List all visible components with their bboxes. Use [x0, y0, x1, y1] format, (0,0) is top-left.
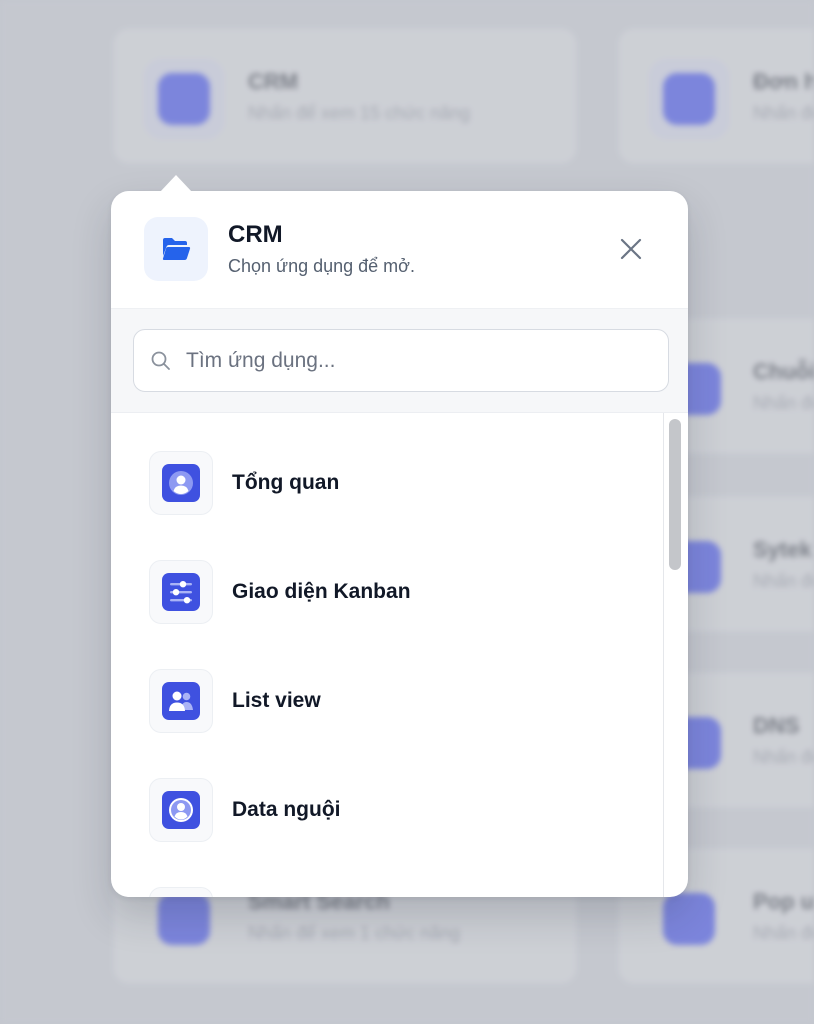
folder-open-icon — [144, 217, 208, 281]
search-area — [111, 309, 688, 413]
list-item-list-view[interactable]: List view — [149, 669, 649, 735]
app-picker-popover: CRM Chọn ứng dụng để mở. Tìm ứng dụng...… — [111, 191, 688, 897]
item-icon-wrap — [149, 778, 213, 842]
user-icon — [162, 464, 200, 502]
popover-header: CRM Chọn ứng dụng để mở. — [111, 191, 688, 309]
close-button[interactable] — [611, 229, 651, 269]
app-list[interactable]: Tổng quan Giao diện Kanban List view Dat… — [111, 413, 688, 897]
popover-subtitle: Chọn ứng dụng để mở. — [228, 256, 415, 276]
list-item-label: Giao diện Kanban — [232, 580, 411, 603]
list-item-tong-quan[interactable]: Tổng quan — [149, 451, 649, 517]
list-item-giao-dien-kanban[interactable]: Giao diện Kanban — [149, 560, 649, 626]
search-box[interactable] — [133, 329, 669, 392]
scrollbar-thumb[interactable] — [669, 419, 681, 570]
popover-title: CRM — [228, 221, 283, 248]
search-input[interactable] — [186, 330, 656, 391]
list-item-label: Data nguội — [232, 798, 341, 821]
item-icon-wrap — [149, 669, 213, 733]
list-item-data-nguoi[interactable]: Data nguội — [149, 778, 649, 844]
search-icon — [151, 351, 170, 370]
item-icon-wrap — [149, 451, 213, 515]
sliders-icon — [162, 573, 200, 611]
user-circle-icon — [162, 791, 200, 829]
close-icon — [620, 238, 642, 260]
item-icon-wrap — [149, 887, 213, 897]
scrollbar-track — [663, 413, 664, 897]
item-icon-wrap — [149, 560, 213, 624]
list-item-partial[interactable] — [149, 887, 649, 897]
popover-caret — [160, 175, 192, 192]
list-item-label: List view — [232, 689, 321, 712]
users-icon — [162, 682, 200, 720]
list-item-label: Tổng quan — [232, 471, 340, 494]
